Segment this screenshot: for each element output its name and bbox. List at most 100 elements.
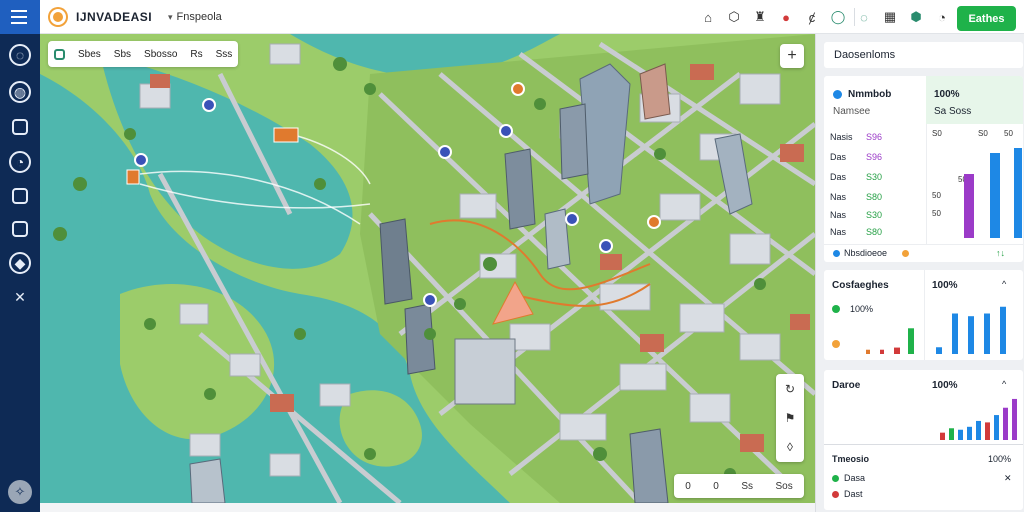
changes-bar-chart (936, 306, 1006, 354)
changes-divider (924, 270, 925, 360)
changes-title: Cosfaeghes (832, 280, 889, 291)
summary-divider (926, 124, 927, 244)
chip[interactable]: Sss (216, 49, 233, 60)
chip[interactable]: Sbs (114, 49, 131, 60)
timeline-title: Tmeosio (832, 454, 870, 464)
gear-icon[interactable]: ⬢ (903, 8, 929, 26)
shield-icon[interactable]: ⬡ (721, 8, 747, 26)
row-label: Nasis (830, 132, 853, 142)
toolbar-icons: ⌂ ⬡ ♜ ● ȼ ◯ ◌ ▦ ⬢ ◔ (695, 8, 955, 26)
tick-label: S0 (932, 129, 942, 138)
bar (908, 328, 914, 354)
right-panel: Daosenloms Nmmbob Namsee 100% Sa Soss Na… (815, 34, 1024, 512)
changes-row-value: 100% (850, 304, 874, 314)
row-value: S80 (866, 192, 883, 202)
left-rail: ◌ ◍ ◔ ◆ ✕ ✧ (0, 0, 40, 512)
timeline-row: Dast (844, 489, 863, 499)
chip[interactable]: Sbes (78, 49, 101, 60)
building-icon[interactable]: ⌂ (695, 8, 721, 26)
bar (1014, 148, 1022, 238)
map-vertical-tools: ↻ ⚑ ◊ (776, 374, 804, 462)
chip[interactable]: Sbosso (144, 49, 177, 60)
layers-icon[interactable] (54, 48, 65, 60)
bar (1012, 398, 1017, 440)
bar (985, 422, 990, 440)
bell-icon[interactable]: ◔ (9, 151, 31, 173)
primary-action-button[interactable]: Eathes (957, 6, 1016, 31)
bar (1000, 306, 1006, 354)
row-value: S30 (866, 172, 883, 182)
hamburger-menu-icon[interactable] (0, 0, 40, 34)
caret-up-icon[interactable]: ^ (1002, 279, 1006, 289)
bar (964, 174, 974, 238)
bar (866, 349, 870, 354)
top-bar: IJNVADEASI ▾ Fnspeola ⌂ ⬡ ♜ ● ȼ ◯ ◌ ▦ ⬢ ◔… (40, 0, 1024, 34)
summary-bar-chart: S0 S0 50505050 (932, 129, 1022, 238)
user-icon[interactable]: ● (773, 8, 799, 26)
project-selector[interactable]: ▾ Fnspeola (168, 11, 222, 23)
chevron-down-icon: ▾ (168, 12, 173, 22)
summary-legend: Nbsdioeoe ↑↓ (824, 244, 1023, 262)
bell-icon[interactable]: ◔ (929, 8, 955, 26)
status-dot (833, 90, 842, 99)
shield-icon[interactable]: ◍ (9, 81, 31, 103)
chip[interactable]: Rs (190, 49, 202, 60)
caret-up-icon[interactable]: ^ (1002, 379, 1006, 389)
bar (984, 313, 990, 354)
summary-card: Nmmbob Namsee 100% Sa Soss Nasis S96 Das… (824, 76, 1023, 262)
bar (894, 347, 900, 354)
circle-icon[interactable]: ◯ (825, 8, 851, 26)
row-label: Nas (830, 210, 847, 220)
layers-icon[interactable] (12, 221, 28, 237)
app-brand: IJNVADEASI (76, 10, 153, 24)
tools-icon[interactable]: ✕ (9, 286, 31, 308)
bar (880, 349, 884, 354)
logo-icon (50, 9, 66, 25)
bar (994, 415, 999, 440)
legend-dot-orange (902, 250, 909, 257)
changes-mini-chart (866, 328, 914, 354)
grid-icon[interactable]: ▦ (877, 8, 903, 26)
summary-label-1: Nmmbob (848, 89, 892, 100)
bottom-tool[interactable]: 0 (685, 481, 691, 492)
green-dot (832, 475, 839, 482)
globe-icon[interactable]: ◌ (9, 44, 31, 66)
panel-title: Daosenloms (824, 42, 1023, 68)
data-title: Daroe (832, 380, 861, 391)
plug-icon[interactable]: ȼ (799, 8, 825, 26)
orange-dot (832, 340, 840, 348)
bottom-tool[interactable]: Sos (775, 481, 792, 492)
row-value: S80 (866, 227, 883, 237)
compass-icon[interactable]: ✧ (8, 480, 32, 504)
data-card: Daroe 100% ^ Tmeosio 100% Dasa ✕ Dast (824, 370, 1023, 510)
list-icon[interactable] (12, 188, 28, 204)
changes-card: Cosfaeghes 100% 100% ^ (824, 270, 1023, 360)
bar (968, 316, 974, 354)
tick-label: 50 (932, 209, 941, 218)
row-value: S30 (866, 210, 883, 220)
bottom-tool[interactable]: Ss (741, 481, 753, 492)
trend-arrows-icon: ↑↓ (996, 248, 1005, 258)
bar (990, 153, 1000, 238)
map-canvas[interactable]: Sbes Sbs Sbosso Rs Sss + ↻ ⚑ ◊ 0 0 Ss So… (40, 34, 815, 503)
changes-pct: 100% (932, 280, 958, 291)
cube-icon[interactable] (12, 119, 28, 135)
tick-label: S0 (978, 129, 988, 138)
green-dot (832, 305, 840, 313)
bottom-tool[interactable]: 0 (713, 481, 719, 492)
data-bar-chart (940, 398, 1017, 440)
rotate-icon[interactable]: ↻ (776, 374, 804, 403)
drop-icon[interactable]: ◊ (776, 432, 804, 461)
project-name: Fnspeola (176, 11, 222, 23)
bar (952, 313, 958, 354)
map-bottom-tools: 0 0 Ss Sos (674, 474, 804, 498)
legend-dot-blue (833, 250, 840, 257)
flag-icon[interactable]: ⚑ (776, 403, 804, 432)
map-illustration (40, 34, 815, 503)
tag-icon[interactable]: ◆ (9, 252, 31, 274)
zoom-in-button[interactable]: + (780, 44, 804, 68)
row-label: Nas (830, 192, 847, 202)
close-icon[interactable]: ✕ (1004, 473, 1012, 484)
summary-value-2: Sa Soss (934, 106, 972, 117)
pin-icon[interactable]: ♜ (747, 8, 773, 26)
